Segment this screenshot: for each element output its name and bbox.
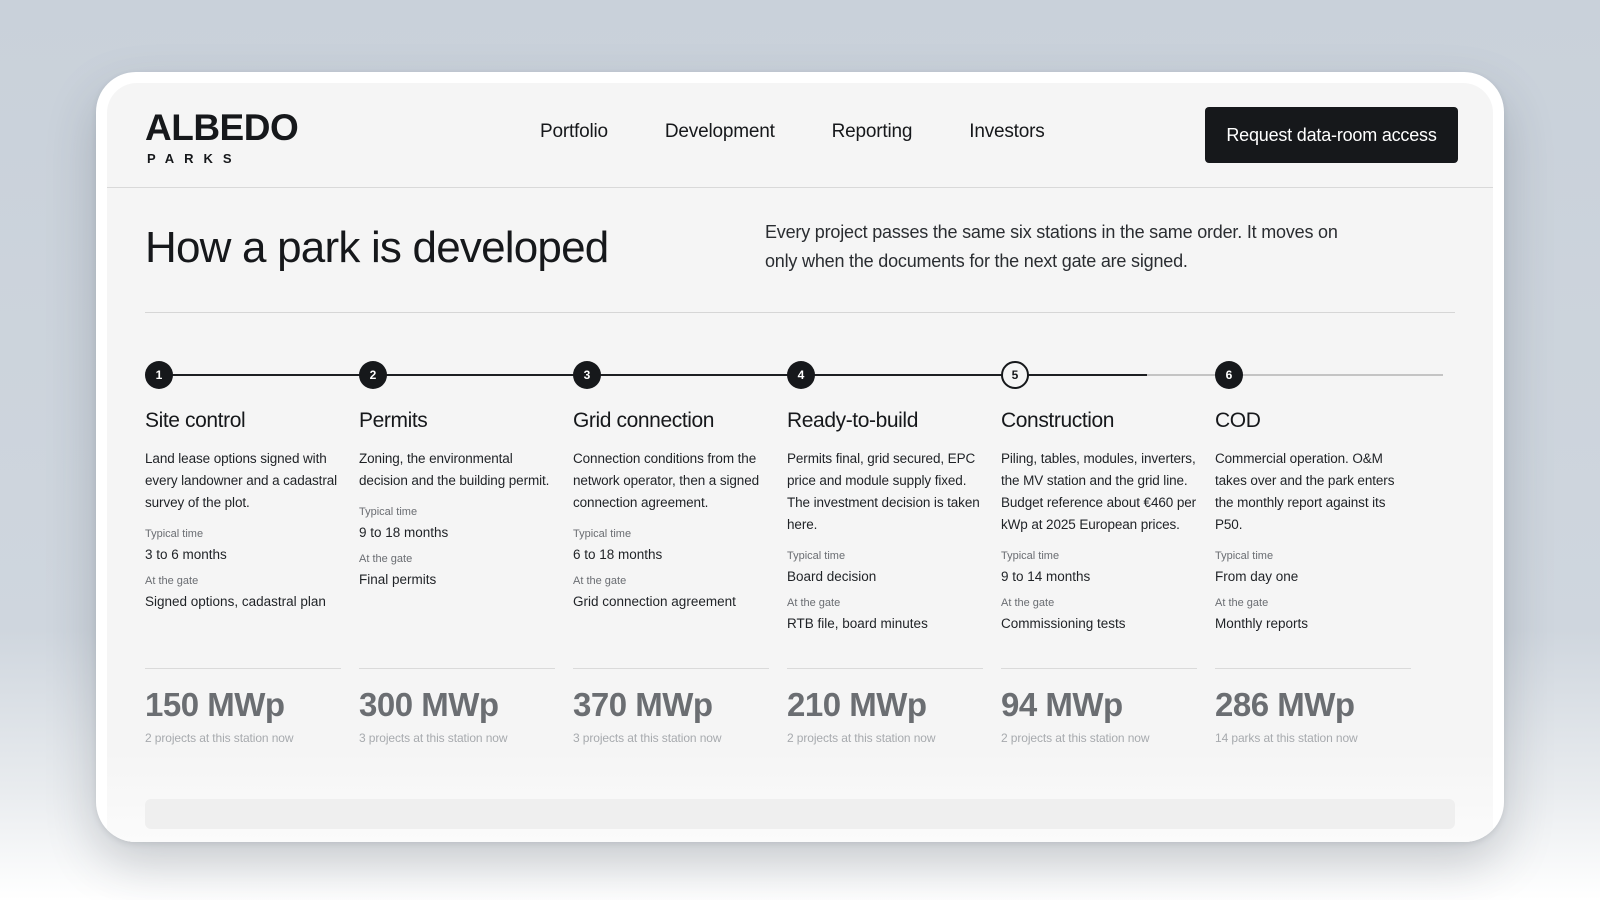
gate-value: Commissioning tests [1001, 616, 1126, 631]
typical-time-label: Typical time [145, 528, 204, 540]
brand-logo[interactable]: ALBEDO PARKS [145, 107, 299, 166]
nav-link-reporting[interactable]: Reporting [832, 121, 913, 143]
gate-label: At the gate [145, 575, 199, 587]
stage-title: Construction [1001, 409, 1115, 432]
gate-value: RTB file, board minutes [787, 616, 928, 631]
stage-title: Permits [359, 409, 428, 432]
stat-divider [573, 668, 769, 669]
gate-value: Grid connection agreement [573, 594, 736, 609]
browser-frame: ALBEDO PARKS Portfolio Development Repor… [96, 72, 1504, 842]
gate-label: At the gate [1001, 597, 1055, 609]
nav-link-portfolio[interactable]: Portfolio [540, 121, 608, 143]
stage-description: Permits final, grid secured, EPC price a… [787, 451, 980, 532]
stage-card-cod: COD Commercial operation. O&M takes over… [1215, 408, 1411, 633]
stage-description: Land lease options signed with every lan… [145, 451, 338, 510]
gate-label: At the gate [1215, 597, 1269, 609]
stage-description: Connection conditions from the network o… [573, 451, 760, 510]
stage-title: COD [1215, 409, 1261, 432]
stage-project-count: 2 projects at this station now [787, 731, 936, 745]
brand-name: ALBEDO [145, 107, 299, 148]
stage-card-permits: Permits Zoning, the environmental decisi… [359, 408, 555, 589]
typical-time-value: 3 to 6 months [145, 547, 227, 562]
gate-value: Signed options, cadastral plan [145, 594, 326, 609]
typical-time-label: Typical time [573, 528, 632, 540]
timeline-segment [587, 374, 801, 376]
intro-description: Every project passes the same six statio… [765, 222, 1338, 271]
brand-tagline: PARKS [147, 151, 242, 166]
stat-divider [1001, 668, 1197, 669]
stage-marker-2[interactable]: 2 [359, 361, 387, 389]
request-data-room-button[interactable]: Request data-room access [1205, 107, 1458, 163]
stage-description: Zoning, the environmental decision and t… [359, 451, 550, 488]
stage-card-ready-to-build: Ready-to-build Permits final, grid secur… [787, 408, 983, 633]
typical-time-value: 9 to 18 months [359, 525, 449, 540]
stage-title: Grid connection [573, 409, 715, 432]
stage-project-count: 14 parks at this station now [1215, 731, 1358, 745]
page-title: How a park is developed [145, 223, 609, 272]
stat-divider [359, 668, 555, 669]
typical-time-value: From day one [1215, 569, 1299, 584]
typical-time-label: Typical time [359, 506, 418, 518]
stage-card-grid-connection: Grid connection Connection conditions fr… [573, 408, 769, 611]
stage-card-site-control: Site control Land lease options signed w… [145, 408, 341, 611]
stat-divider [1215, 668, 1411, 669]
stage-capacity: 210 MWp [787, 686, 927, 723]
stage-capacity: 370 MWp [573, 686, 713, 723]
gate-label: At the gate [359, 553, 413, 565]
stage-timeline: 1 2 3 4 5 6 [145, 360, 1459, 390]
typical-time-value: 9 to 14 months [1001, 569, 1091, 584]
stage-marker-3[interactable]: 3 [573, 361, 601, 389]
timeline-segment-pending [1229, 374, 1443, 376]
typical-time-label: Typical time [1001, 550, 1060, 562]
stage-description: Piling, tables, modules, inverters, the … [1001, 451, 1197, 532]
stage-card-construction: Construction Piling, tables, modules, in… [1001, 408, 1197, 633]
next-section-edge [145, 799, 1455, 829]
typical-time-value: Board decision [787, 569, 877, 584]
timeline-segment [373, 374, 587, 376]
gate-value: Final permits [359, 572, 437, 587]
gate-value: Monthly reports [1215, 616, 1309, 631]
stage-capacity: 150 MWp [145, 686, 285, 723]
stage-title: Ready-to-build [787, 409, 918, 432]
stage-capacity: 286 MWp [1215, 686, 1355, 723]
stage-description: Commercial operation. O&M takes over and… [1215, 451, 1395, 532]
typical-time-label: Typical time [1215, 550, 1274, 562]
stage-marker-4[interactable]: 4 [787, 361, 815, 389]
typical-time-label: Typical time [787, 550, 846, 562]
timeline-segment [1015, 374, 1147, 376]
stage-capacity: 94 MWp [1001, 686, 1123, 723]
stage-marker-1[interactable]: 1 [145, 361, 173, 389]
nav-link-development[interactable]: Development [665, 121, 775, 143]
site-header: ALBEDO PARKS Portfolio Development Repor… [107, 83, 1493, 188]
stage-project-count: 3 projects at this station now [573, 731, 722, 745]
stat-divider [145, 668, 341, 669]
stage-project-count: 2 projects at this station now [145, 731, 294, 745]
gate-label: At the gate [573, 575, 627, 587]
nav-link-investors[interactable]: Investors [969, 121, 1044, 143]
page: ALBEDO PARKS Portfolio Development Repor… [107, 83, 1493, 842]
gate-label: At the gate [787, 597, 841, 609]
timeline-segment [801, 374, 1015, 376]
stat-divider [787, 668, 983, 669]
stage-title: Site control [145, 409, 246, 432]
stage-project-count: 2 projects at this station now [1001, 731, 1150, 745]
typical-time-value: 6 to 18 months [573, 547, 663, 562]
timeline-segment [159, 374, 373, 376]
main-nav: Portfolio Development Reporting Investor… [540, 121, 1102, 143]
stage-marker-6[interactable]: 6 [1215, 361, 1243, 389]
stage-project-count: 3 projects at this station now [359, 731, 508, 745]
stage-capacity: 300 MWp [359, 686, 499, 723]
section-divider [145, 312, 1455, 313]
stage-marker-5-current[interactable]: 5 [1001, 361, 1029, 389]
